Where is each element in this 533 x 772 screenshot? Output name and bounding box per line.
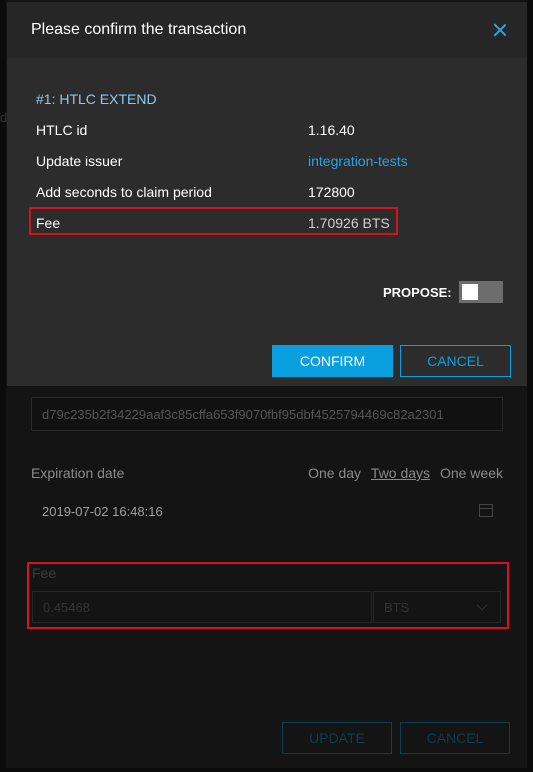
expiration-date-label: Expiration date	[31, 465, 125, 481]
confirm-button[interactable]: CONFIRM	[272, 345, 393, 377]
expiration-date-value: 2019-07-02 16:48:16	[42, 504, 163, 519]
confirm-transaction-modal: Please confirm the transaction #1: HTLC …	[7, 2, 527, 386]
htlc-id-label: HTLC id	[36, 122, 88, 138]
preset-two-days[interactable]: Two days	[371, 465, 430, 481]
update-issuer-label: Update issuer	[36, 153, 123, 169]
modal-title: Please confirm the transaction	[31, 21, 247, 38]
screen: d d79c235b2f34229aaf3c85cffa653f9070fbf9…	[0, 0, 533, 772]
expiration-date-picker[interactable]: 2019-07-02 16:48:16	[31, 493, 503, 529]
calendar-icon[interactable]	[479, 504, 493, 517]
update-issuer-link[interactable]: integration-tests	[308, 153, 408, 169]
preset-one-day[interactable]: One day	[308, 465, 361, 481]
add-seconds-label: Add seconds to claim period	[36, 184, 212, 200]
modal-header: Please confirm the transaction	[7, 2, 527, 58]
preimage-hash-input[interactable]: d79c235b2f34229aaf3c85cffa653f9070fbf95d…	[31, 397, 503, 431]
htlc-id-value: 1.16.40	[308, 122, 355, 138]
close-icon[interactable]	[493, 23, 507, 37]
background-cancel-button[interactable]: CANCEL	[400, 722, 510, 754]
toggle-knob	[462, 284, 478, 300]
expiration-presets: One day Two days One week	[302, 465, 503, 481]
propose-toggle[interactable]	[459, 281, 503, 303]
modal-fee-highlight-box	[29, 207, 398, 235]
add-seconds-value: 172800	[308, 184, 355, 200]
operation-title: #1: HTLC EXTEND	[36, 91, 157, 107]
update-button[interactable]: UPDATE	[282, 722, 392, 754]
cancel-button[interactable]: CANCEL	[400, 345, 511, 377]
preset-one-week[interactable]: One week	[440, 465, 503, 481]
fee-highlight-box	[27, 562, 509, 629]
propose-label: PROPOSE:	[383, 285, 452, 300]
